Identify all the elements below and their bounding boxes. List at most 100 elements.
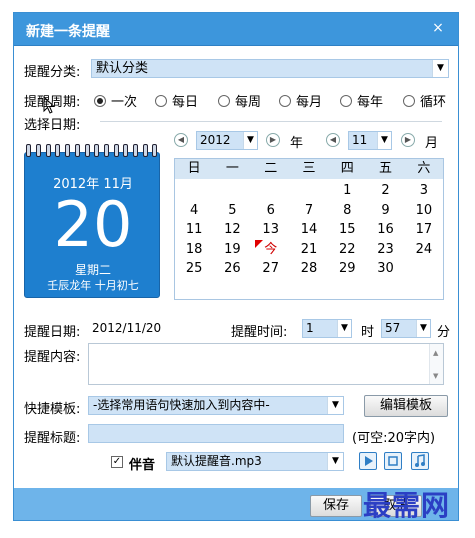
content-textarea[interactable]: ▲ ▼ [88,343,444,385]
hour-select[interactable]: 1 ▼ [302,319,352,338]
card-day: 20 [53,188,133,261]
calendar-day[interactable]: 9 [366,201,404,221]
card-lunar-date: 壬辰龙年 十月初七 [47,279,139,292]
chevron-down-icon: ▼ [337,320,351,337]
template-label: 快捷模板: [24,402,81,417]
calendar-day[interactable]: 22 [328,240,366,260]
calendar-days: 1 2 3 4 5 6 7 8 9 10 11 12 13 14 15 16 1… [175,181,443,279]
year-unit: 年 [290,136,304,151]
sound-label: 伴音 [129,458,156,473]
sound-select[interactable]: 默认提醒音.mp3 ▼ [166,452,344,471]
category-value: 默认分类 [96,61,149,76]
prev-year-icon[interactable]: ◀ [174,133,188,147]
weekday-label: 六 [417,161,431,176]
weekday-label: 一 [225,161,239,176]
music-file-icon[interactable] [411,452,429,470]
period-option-monthly[interactable]: 每月 [279,91,322,110]
calendar-day[interactable] [252,181,290,201]
calendar-day[interactable]: 24 [405,240,443,260]
scroll-up-icon[interactable]: ▲ [433,349,438,357]
calendar-day[interactable]: 28 [290,259,328,279]
calendar-day[interactable]: 30 [366,259,404,279]
chevron-down-icon: ▼ [243,132,257,149]
calendar-day[interactable]: 10 [405,201,443,221]
chevron-down-icon: ▼ [416,320,430,337]
year-select[interactable]: 2012 ▼ [196,131,258,150]
period-label: 提醒周期: [24,95,81,110]
prev-month-icon[interactable]: ◀ [326,133,340,147]
calendar-day[interactable]: 17 [405,220,443,240]
title-bar: 新建一条提醒 × [14,13,458,46]
calendar-day[interactable]: 18 [175,240,213,260]
calendar-day[interactable]: 4 [175,201,213,221]
radio-selected-icon [94,94,106,107]
category-select[interactable]: 默认分类 ▼ [91,59,449,78]
month-select[interactable]: 11 ▼ [348,131,392,150]
period-option-daily[interactable]: 每日 [155,91,198,110]
calendar-day[interactable] [290,181,328,201]
radio-icon [218,94,230,107]
edit-template-button[interactable]: 编辑模板 [364,395,448,417]
chevron-down-icon: ▼ [432,60,448,77]
scroll-down-icon[interactable]: ▼ [433,372,438,380]
title-hint: (可空:20字内) [352,431,436,446]
hour-unit: 时 [361,325,375,340]
calendar-day[interactable] [213,181,251,201]
calendar-day[interactable]: 15 [328,220,366,240]
calendar-day[interactable]: 27 [252,259,290,279]
card-weekday: 星期二 [74,263,111,277]
calendar-day[interactable]: 3 [405,181,443,201]
content-scrollbar[interactable]: ▲ ▼ [429,344,443,384]
radio-icon [155,94,167,107]
calendar-day[interactable]: 8 [328,201,366,221]
calendar-day[interactable]: 14 [290,220,328,240]
weekday-label: 三 [302,161,316,176]
calendar-day[interactable]: 25 [175,259,213,279]
save-button[interactable]: 保存 [310,495,362,517]
next-month-icon[interactable]: ▶ [401,133,415,147]
calendar-day[interactable]: 11 [175,220,213,240]
weekday-label: 二 [264,161,278,176]
period-option-yearly[interactable]: 每年 [340,91,383,110]
period-option-once[interactable]: 一次 [94,91,137,110]
calendar-day[interactable]: 16 [366,220,404,240]
calendar-day[interactable]: 7 [290,201,328,221]
calendar-day[interactable]: 12 [213,220,251,240]
stop-icon[interactable] [384,452,402,470]
date-card: 2012年 11月 20 星期二 壬辰龙年 十月初七 [24,152,160,298]
period-option-cycle[interactable]: 循环 [403,91,446,110]
template-select[interactable]: -选择常用语句快速加入到内容中- ▼ [88,396,344,415]
minute-unit: 分 [437,325,451,340]
period-option-weekly[interactable]: 每周 [218,91,261,110]
calendar-day[interactable]: 1 [328,181,366,201]
calendar-day[interactable]: 5 [213,201,251,221]
next-year-icon[interactable]: ▶ [266,133,280,147]
remind-date-value: 2012/11/20 [92,321,162,335]
calendar-day[interactable] [175,181,213,201]
calendar-day[interactable]: 23 [366,240,404,260]
calendar-day[interactable]: 26 [213,259,251,279]
category-label: 提醒分类: [24,65,81,80]
date-select-label: 选择日期: [24,118,81,133]
calendar-day[interactable]: 21 [290,240,328,260]
calendar-day[interactable] [405,259,443,279]
calendar-day-today[interactable]: 今 [252,239,290,260]
calendar-day[interactable]: 6 [252,201,290,221]
title-input[interactable] [88,424,344,443]
window-title: 新建一条提醒 [26,24,110,40]
play-icon[interactable] [359,452,377,470]
calendar-day[interactable]: 29 [328,259,366,279]
weekday-label: 四 [340,161,354,176]
calendar-day[interactable]: 19 [213,240,251,260]
sound-checkbox[interactable]: ✓ [111,456,123,468]
month-unit: 月 [425,136,439,151]
title-label: 提醒标题: [24,431,81,446]
close-icon[interactable]: × [428,19,448,37]
calendar-day[interactable]: 2 [366,181,404,201]
minute-select[interactable]: 57 ▼ [381,319,431,338]
radio-icon [279,94,291,107]
calendar-day[interactable]: 13 [252,220,290,240]
watermark: 最需网 [363,489,451,522]
weekday-label: 日 [187,161,201,176]
calendar-weekday-header: 日 一 二 三 四 五 六 [175,159,443,179]
